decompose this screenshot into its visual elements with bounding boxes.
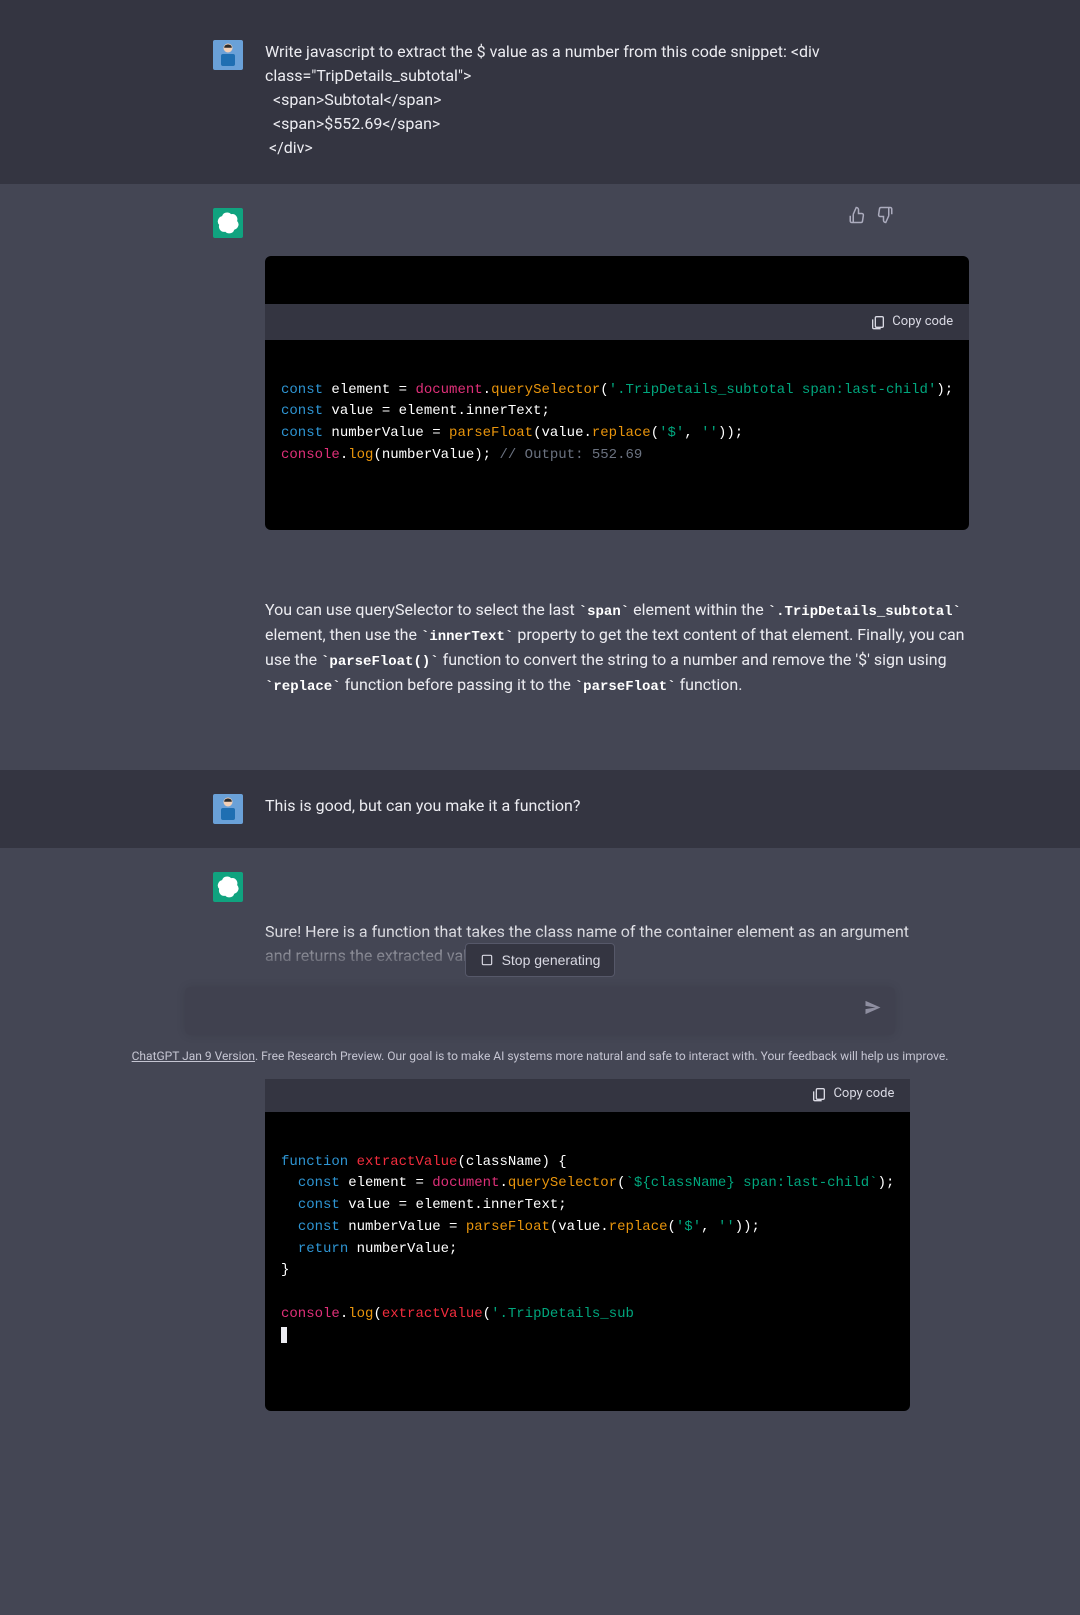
- code-block-1: Copy code const element = document.query…: [265, 256, 969, 530]
- version-link[interactable]: ChatGPT Jan 9 Version: [132, 1049, 255, 1063]
- thumbs-down-icon[interactable]: [876, 206, 894, 231]
- ai-avatar: [213, 208, 243, 238]
- thumbs-up-icon[interactable]: [848, 206, 866, 231]
- feedback-controls: [848, 206, 894, 231]
- clipboard-icon: [870, 314, 886, 330]
- top-toolbar: [0, 0, 1080, 16]
- code-block-2: Copy code function extractValue(classNam…: [265, 1028, 910, 1411]
- message-user-1: Write javascript to extract the $ value …: [0, 16, 1080, 184]
- footer-text: . Free Research Preview. Our goal is to …: [255, 1049, 948, 1063]
- footer-note: ChatGPT Jan 9 Version. Free Research Pre…: [132, 1035, 949, 1079]
- user-msg-2-text: This is good, but can you make it a func…: [265, 794, 867, 818]
- message-assistant-1: Copy code const element = document.query…: [0, 184, 1080, 770]
- chat-input[interactable]: [201, 1003, 847, 1021]
- send-icon[interactable]: [863, 998, 883, 1025]
- user-msg-1-text: Write javascript to extract the $ value …: [265, 40, 867, 160]
- stop-icon: [480, 953, 494, 967]
- user-avatar: [213, 794, 243, 824]
- bottom-panel: Stop generating ChatGPT Jan 9 Version. F…: [0, 927, 1080, 1079]
- user-avatar: [213, 40, 243, 70]
- copy-code-label: Copy code: [833, 1084, 894, 1104]
- clipboard-icon: [811, 1086, 827, 1102]
- copy-code-button[interactable]: Copy code: [870, 312, 953, 332]
- code-1-content: const element = document.querySelector('…: [265, 364, 969, 483]
- input-bar[interactable]: [185, 987, 895, 1035]
- copy-code-label: Copy code: [892, 312, 953, 332]
- assistant-1-explanation: You can use querySelector to select the …: [265, 598, 969, 698]
- conversation: Write javascript to extract the $ value …: [0, 16, 1080, 1615]
- typing-cursor: [281, 1327, 287, 1343]
- copy-code-button[interactable]: Copy code: [811, 1084, 894, 1104]
- ai-avatar: [213, 872, 243, 902]
- stop-generating-label: Stop generating: [502, 952, 601, 968]
- message-user-2: This is good, but can you make it a func…: [0, 770, 1080, 848]
- stop-generating-button[interactable]: Stop generating: [465, 943, 616, 977]
- code-2-content: function extractValue(className) { const…: [265, 1136, 910, 1363]
